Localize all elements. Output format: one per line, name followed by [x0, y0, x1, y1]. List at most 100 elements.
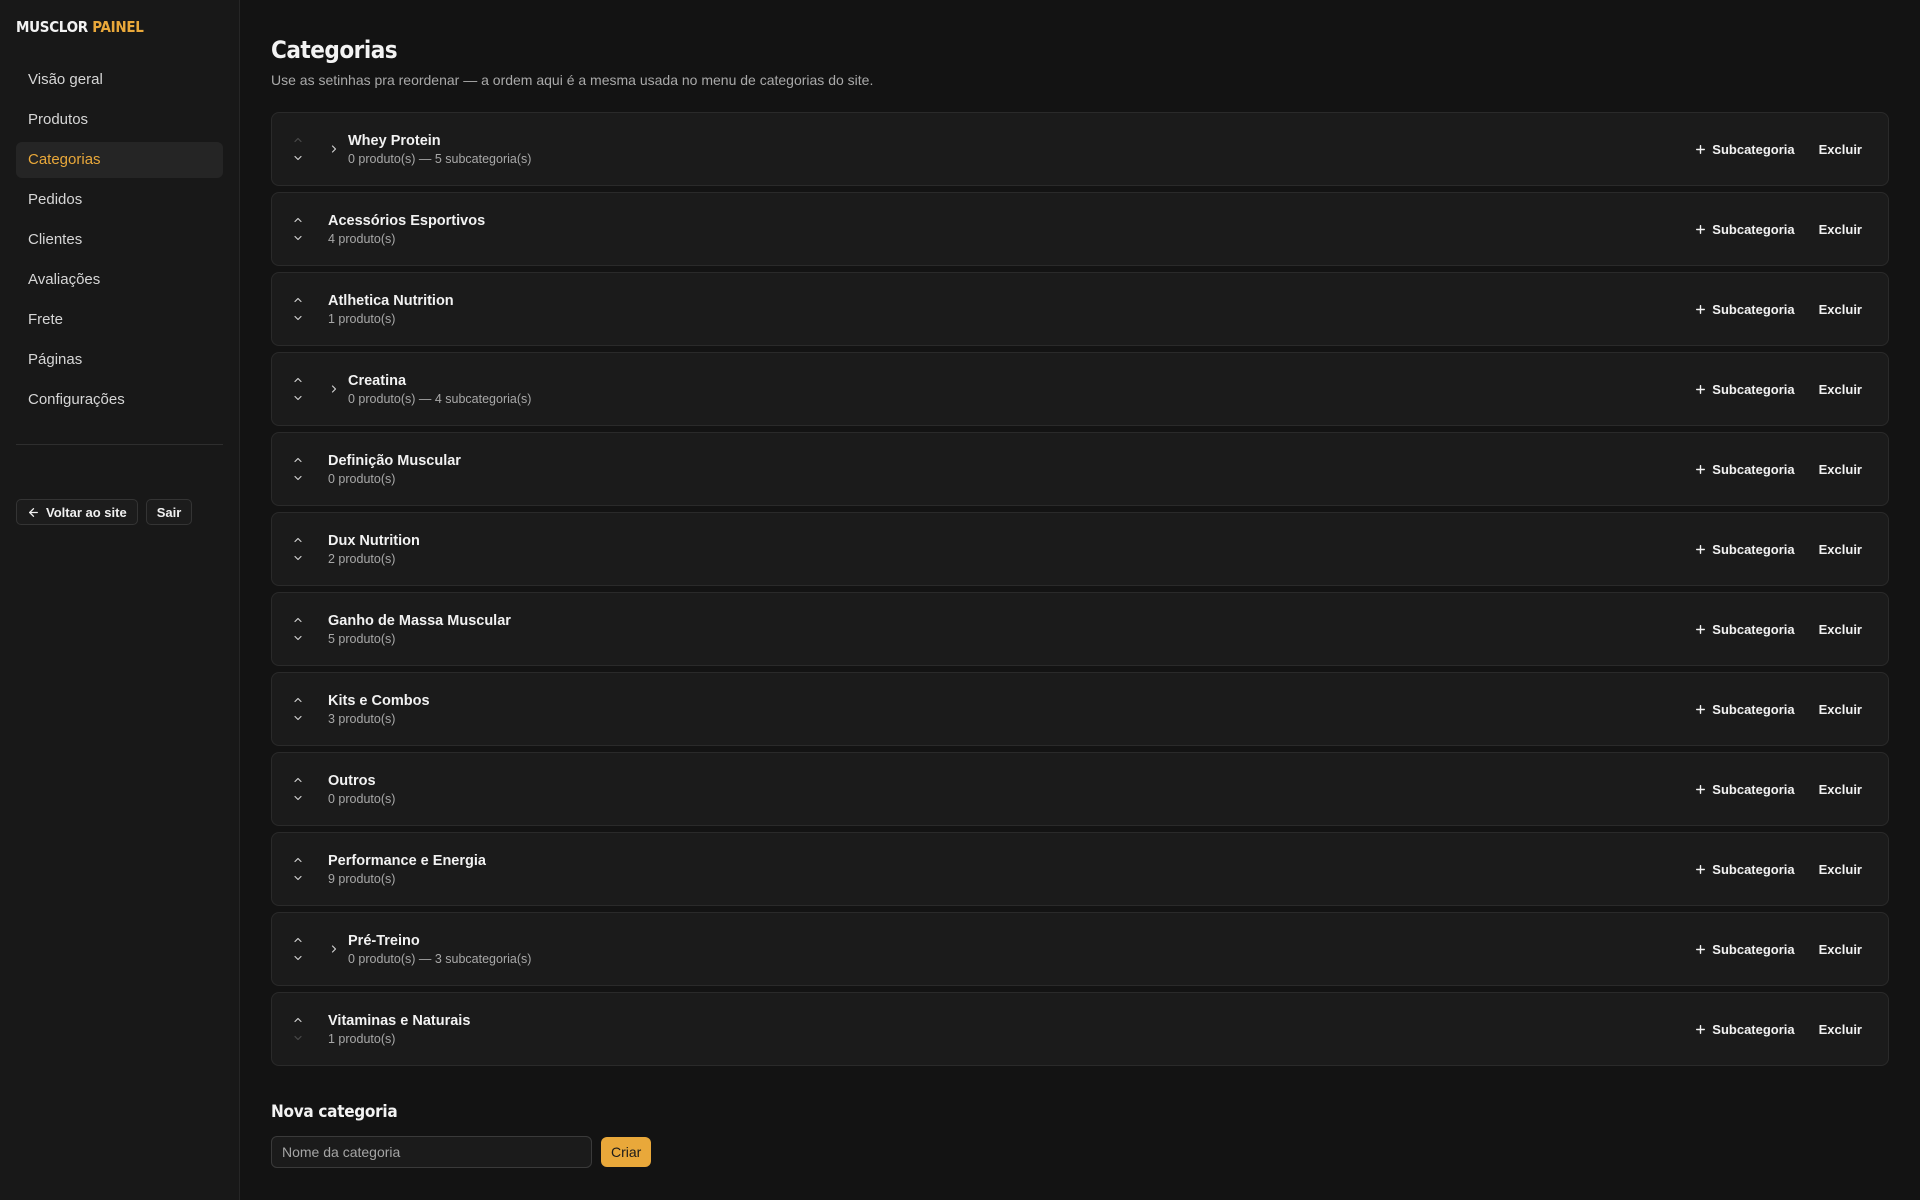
delete-button[interactable]: Excluir	[1815, 696, 1866, 723]
plus-icon	[1694, 383, 1707, 396]
category-name-input[interactable]	[271, 1136, 592, 1168]
chevron-up-icon[interactable]	[291, 133, 305, 147]
add-subcategory-button[interactable]: Subcategoria	[1690, 1016, 1798, 1043]
reorder-controls	[290, 293, 306, 325]
delete-button[interactable]: Excluir	[1815, 136, 1866, 163]
sidebar-item-0[interactable]: Visão geral	[16, 62, 223, 98]
delete-button[interactable]: Excluir	[1815, 536, 1866, 563]
category-row: Whey Protein 0 produto(s) — 5 subcategor…	[271, 112, 1889, 186]
logout-button[interactable]: Sair	[145, 499, 193, 525]
add-subcategory-label: Subcategoria	[1712, 461, 1795, 477]
plus-icon	[1694, 623, 1707, 636]
category-info: Performance e Energia 9 produto(s)	[328, 853, 486, 886]
row-actions: Subcategoria Excluir	[1690, 536, 1866, 563]
chevron-up-icon[interactable]	[291, 373, 305, 387]
sidebar-item-6[interactable]: Frete	[16, 302, 223, 338]
create-category-button[interactable]: Criar	[601, 1137, 652, 1167]
chevron-up-icon[interactable]	[291, 1013, 305, 1027]
delete-button[interactable]: Excluir	[1815, 776, 1866, 803]
chevron-down-icon[interactable]	[291, 551, 305, 565]
delete-button[interactable]: Excluir	[1815, 216, 1866, 243]
category-info: Creatina 0 produto(s) — 4 subcategoria(s…	[348, 373, 531, 406]
category-row: Dux Nutrition 2 produto(s) Subcategoria …	[271, 512, 1889, 586]
back-to-site-button[interactable]: Voltar ao site	[16, 499, 138, 525]
add-subcategory-button[interactable]: Subcategoria	[1690, 216, 1798, 243]
add-subcategory-button[interactable]: Subcategoria	[1690, 856, 1798, 883]
row-actions: Subcategoria Excluir	[1690, 216, 1866, 243]
add-subcategory-button[interactable]: Subcategoria	[1690, 616, 1798, 643]
chevron-down-icon[interactable]	[291, 231, 305, 245]
category-name: Atlhetica Nutrition	[328, 292, 454, 309]
brand-logo[interactable]: MUSCLOR PAINEL	[16, 18, 223, 36]
chevron-down-icon[interactable]	[291, 791, 305, 805]
logout-label: Sair	[156, 504, 182, 520]
chevron-down-icon[interactable]	[291, 151, 305, 165]
add-subcategory-button[interactable]: Subcategoria	[1690, 296, 1798, 323]
add-subcategory-button[interactable]: Subcategoria	[1690, 776, 1798, 803]
chevron-down-icon[interactable]	[291, 311, 305, 325]
chevron-down-icon[interactable]	[291, 391, 305, 405]
category-row: Atlhetica Nutrition 1 produto(s) Subcate…	[271, 272, 1889, 346]
delete-button[interactable]: Excluir	[1815, 456, 1866, 483]
category-meta: 0 produto(s)	[328, 791, 396, 806]
category-info: Definição Muscular 0 produto(s)	[328, 453, 461, 486]
sidebar-item-5[interactable]: Avaliações	[16, 262, 223, 298]
reorder-controls	[290, 533, 306, 565]
chevron-down-icon[interactable]	[291, 471, 305, 485]
add-subcategory-label: Subcategoria	[1712, 141, 1795, 157]
chevron-up-icon[interactable]	[291, 853, 305, 867]
chevron-down-icon[interactable]	[291, 711, 305, 725]
category-name: Whey Protein	[348, 132, 441, 149]
delete-button[interactable]: Excluir	[1815, 1016, 1866, 1043]
add-subcategory-label: Subcategoria	[1712, 1021, 1795, 1037]
plus-icon	[1694, 1023, 1707, 1036]
add-subcategory-button[interactable]: Subcategoria	[1690, 456, 1798, 483]
category-meta: 0 produto(s) — 5 subcategoria(s)	[348, 151, 532, 166]
reorder-controls	[290, 933, 306, 965]
delete-button[interactable]: Excluir	[1815, 616, 1866, 643]
chevron-up-icon[interactable]	[291, 533, 305, 547]
chevron-right-icon[interactable]	[326, 941, 342, 957]
sidebar-item-2[interactable]: Categorias	[16, 142, 223, 178]
sidebar-item-1[interactable]: Produtos	[16, 102, 223, 138]
reorder-controls	[290, 1013, 306, 1045]
delete-button[interactable]: Excluir	[1815, 936, 1866, 963]
row-actions: Subcategoria Excluir	[1690, 936, 1866, 963]
chevron-right-icon[interactable]	[326, 141, 342, 157]
add-subcategory-label: Subcategoria	[1712, 221, 1795, 237]
row-actions: Subcategoria Excluir	[1690, 456, 1866, 483]
chevron-up-icon[interactable]	[291, 453, 305, 467]
category-name: Acessórios Esportivos	[328, 212, 486, 229]
reorder-controls	[290, 773, 306, 805]
chevron-up-icon[interactable]	[291, 213, 305, 227]
page-subtitle: Use as setinhas pra reordenar — a ordem …	[271, 72, 874, 88]
add-subcategory-button[interactable]: Subcategoria	[1690, 136, 1798, 163]
category-meta: 4 produto(s)	[328, 231, 396, 246]
sidebar-item-3[interactable]: Pedidos	[16, 182, 223, 218]
category-name: Performance e Energia	[328, 852, 486, 869]
chevron-up-icon[interactable]	[291, 693, 305, 707]
chevron-up-icon[interactable]	[291, 613, 305, 627]
chevron-down-icon[interactable]	[291, 871, 305, 885]
add-subcategory-button[interactable]: Subcategoria	[1690, 936, 1798, 963]
add-subcategory-button[interactable]: Subcategoria	[1690, 696, 1798, 723]
chevron-up-icon[interactable]	[291, 933, 305, 947]
category-name: Definição Muscular	[328, 452, 461, 469]
chevron-right-icon[interactable]	[326, 381, 342, 397]
sidebar-item-4[interactable]: Clientes	[16, 222, 223, 258]
delete-button[interactable]: Excluir	[1815, 376, 1866, 403]
category-list: Whey Protein 0 produto(s) — 5 subcategor…	[271, 112, 1889, 1066]
delete-button[interactable]: Excluir	[1815, 856, 1866, 883]
chevron-up-icon[interactable]	[291, 773, 305, 787]
chevron-up-icon[interactable]	[291, 293, 305, 307]
sidebar-item-7[interactable]: Páginas	[16, 342, 223, 378]
chevron-down-icon[interactable]	[291, 951, 305, 965]
sidebar-item-8[interactable]: Configurações	[16, 382, 223, 418]
add-subcategory-button[interactable]: Subcategoria	[1690, 376, 1798, 403]
chevron-down-icon[interactable]	[291, 631, 305, 645]
chevron-down-icon[interactable]	[291, 1031, 305, 1045]
main-content: Categorias Use as setinhas pra reordenar…	[240, 0, 1920, 1200]
add-subcategory-button[interactable]: Subcategoria	[1690, 536, 1798, 563]
delete-button[interactable]: Excluir	[1815, 296, 1866, 323]
reorder-controls	[290, 613, 306, 645]
